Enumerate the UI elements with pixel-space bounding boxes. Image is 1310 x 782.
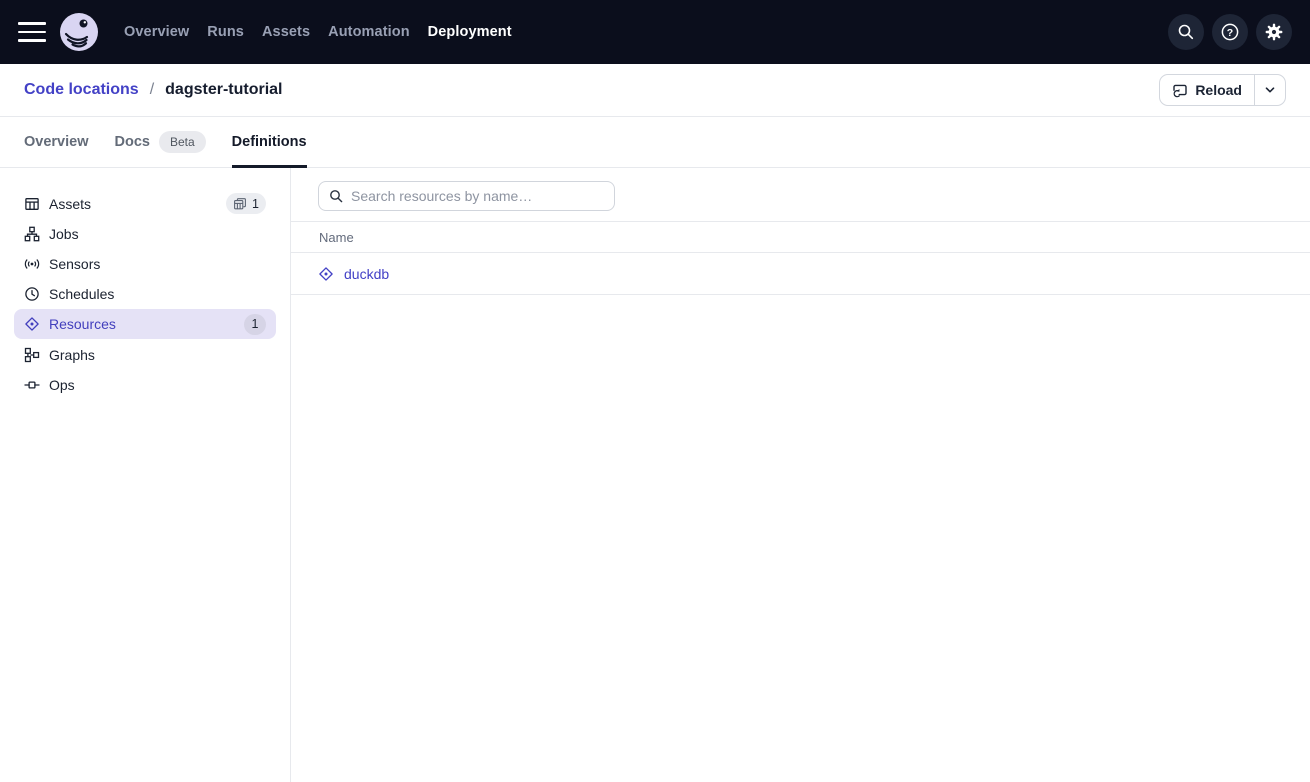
tab-overview[interactable]: Overview: [24, 117, 89, 167]
column-header-name: Name: [319, 230, 354, 245]
nav-item-overview[interactable]: Overview: [124, 24, 189, 40]
sidebar-item-label: Assets: [49, 196, 91, 212]
breadcrumb-code-locations-link[interactable]: Code locations: [24, 81, 139, 99]
tab-definitions-label: Definitions: [232, 134, 307, 150]
settings-button[interactable]: [1256, 14, 1292, 50]
reload-button[interactable]: Reload: [1160, 75, 1254, 105]
sidebar-item-ops[interactable]: Ops: [14, 370, 276, 399]
sidebar-item-label: Schedules: [49, 286, 114, 302]
reload-code-location-icon: [1172, 82, 1188, 98]
schedules-clock-icon: [24, 286, 40, 302]
nav-item-runs[interactable]: Runs: [207, 24, 244, 40]
sidebar-item-sensors[interactable]: Sensors: [14, 249, 276, 278]
svg-text:?: ?: [1227, 27, 1233, 39]
assets-count-badge: 1: [226, 193, 266, 214]
reload-dropdown-button[interactable]: [1254, 75, 1285, 105]
top-nav-items: Overview Runs Assets Automation Deployme…: [124, 24, 512, 40]
jobs-icon: [24, 226, 40, 242]
resources-table-header: Name: [291, 221, 1310, 253]
breadcrumb-separator: /: [150, 81, 154, 99]
sidebar-item-label: Graphs: [49, 347, 95, 363]
code-location-tabs: Overview Docs Beta Definitions: [0, 117, 1310, 168]
resources-panel: Name duckdb: [291, 168, 1310, 782]
sidebar-item-jobs[interactable]: Jobs: [14, 219, 276, 248]
sidebar-item-schedules[interactable]: Schedules: [14, 279, 276, 308]
resource-link-duckdb[interactable]: duckdb: [344, 266, 389, 282]
resources-count: 1: [252, 317, 259, 331]
reload-button-label: Reload: [1195, 82, 1242, 98]
top-navigation-bar: Overview Runs Assets Automation Deployme…: [0, 0, 1310, 64]
tab-docs-label: Docs: [115, 134, 150, 150]
reload-split-button: Reload: [1159, 74, 1286, 106]
nav-item-deployment[interactable]: Deployment: [428, 24, 512, 40]
resource-search-box: [318, 181, 615, 211]
tab-docs[interactable]: Docs Beta: [115, 117, 206, 167]
nav-item-automation[interactable]: Automation: [328, 24, 410, 40]
resources-count-badge: 1: [244, 314, 266, 335]
graphs-icon: [24, 347, 40, 363]
search-resources-input[interactable]: [351, 188, 604, 204]
search-button[interactable]: [1168, 14, 1204, 50]
sidebar-item-label: Resources: [49, 316, 116, 332]
sidebar-item-graphs[interactable]: Graphs: [14, 340, 276, 369]
help-icon: ?: [1220, 22, 1240, 42]
dagster-logo[interactable]: [60, 13, 98, 51]
settings-gear-icon: [1264, 22, 1284, 42]
resource-icon: [318, 266, 334, 282]
sidebar-item-label: Sensors: [49, 256, 100, 272]
sensors-icon: [24, 256, 40, 272]
sidebar-item-resources[interactable]: Resources 1: [14, 309, 276, 339]
top-nav-actions: ?: [1168, 14, 1292, 50]
search-icon: [329, 189, 343, 203]
resources-icon: [24, 316, 40, 332]
definitions-sidebar: Assets 1 Jobs: [0, 168, 291, 782]
sidebar-item-label: Jobs: [49, 226, 79, 242]
assets-table-icon: [24, 196, 40, 212]
beta-badge: Beta: [159, 131, 206, 153]
nav-item-assets[interactable]: Assets: [262, 24, 310, 40]
assets-count: 1: [252, 197, 259, 211]
breadcrumb-bar: Code locations / dagster-tutorial Reload: [0, 64, 1310, 117]
resource-row-duckdb[interactable]: duckdb: [291, 253, 1310, 295]
definitions-content: Assets 1 Jobs: [0, 168, 1310, 782]
ops-icon: [24, 377, 40, 393]
breadcrumb-current-location: dagster-tutorial: [165, 81, 282, 99]
search-icon: [1177, 23, 1195, 41]
sidebar-item-label: Ops: [49, 377, 75, 393]
tab-overview-label: Overview: [24, 134, 89, 150]
help-button[interactable]: ?: [1212, 14, 1248, 50]
chevron-down-icon: [1264, 84, 1276, 96]
hamburger-menu-icon[interactable]: [18, 16, 48, 48]
sidebar-item-assets[interactable]: Assets 1: [14, 189, 276, 218]
tab-definitions[interactable]: Definitions: [232, 117, 307, 167]
asset-group-icon: [233, 197, 247, 211]
